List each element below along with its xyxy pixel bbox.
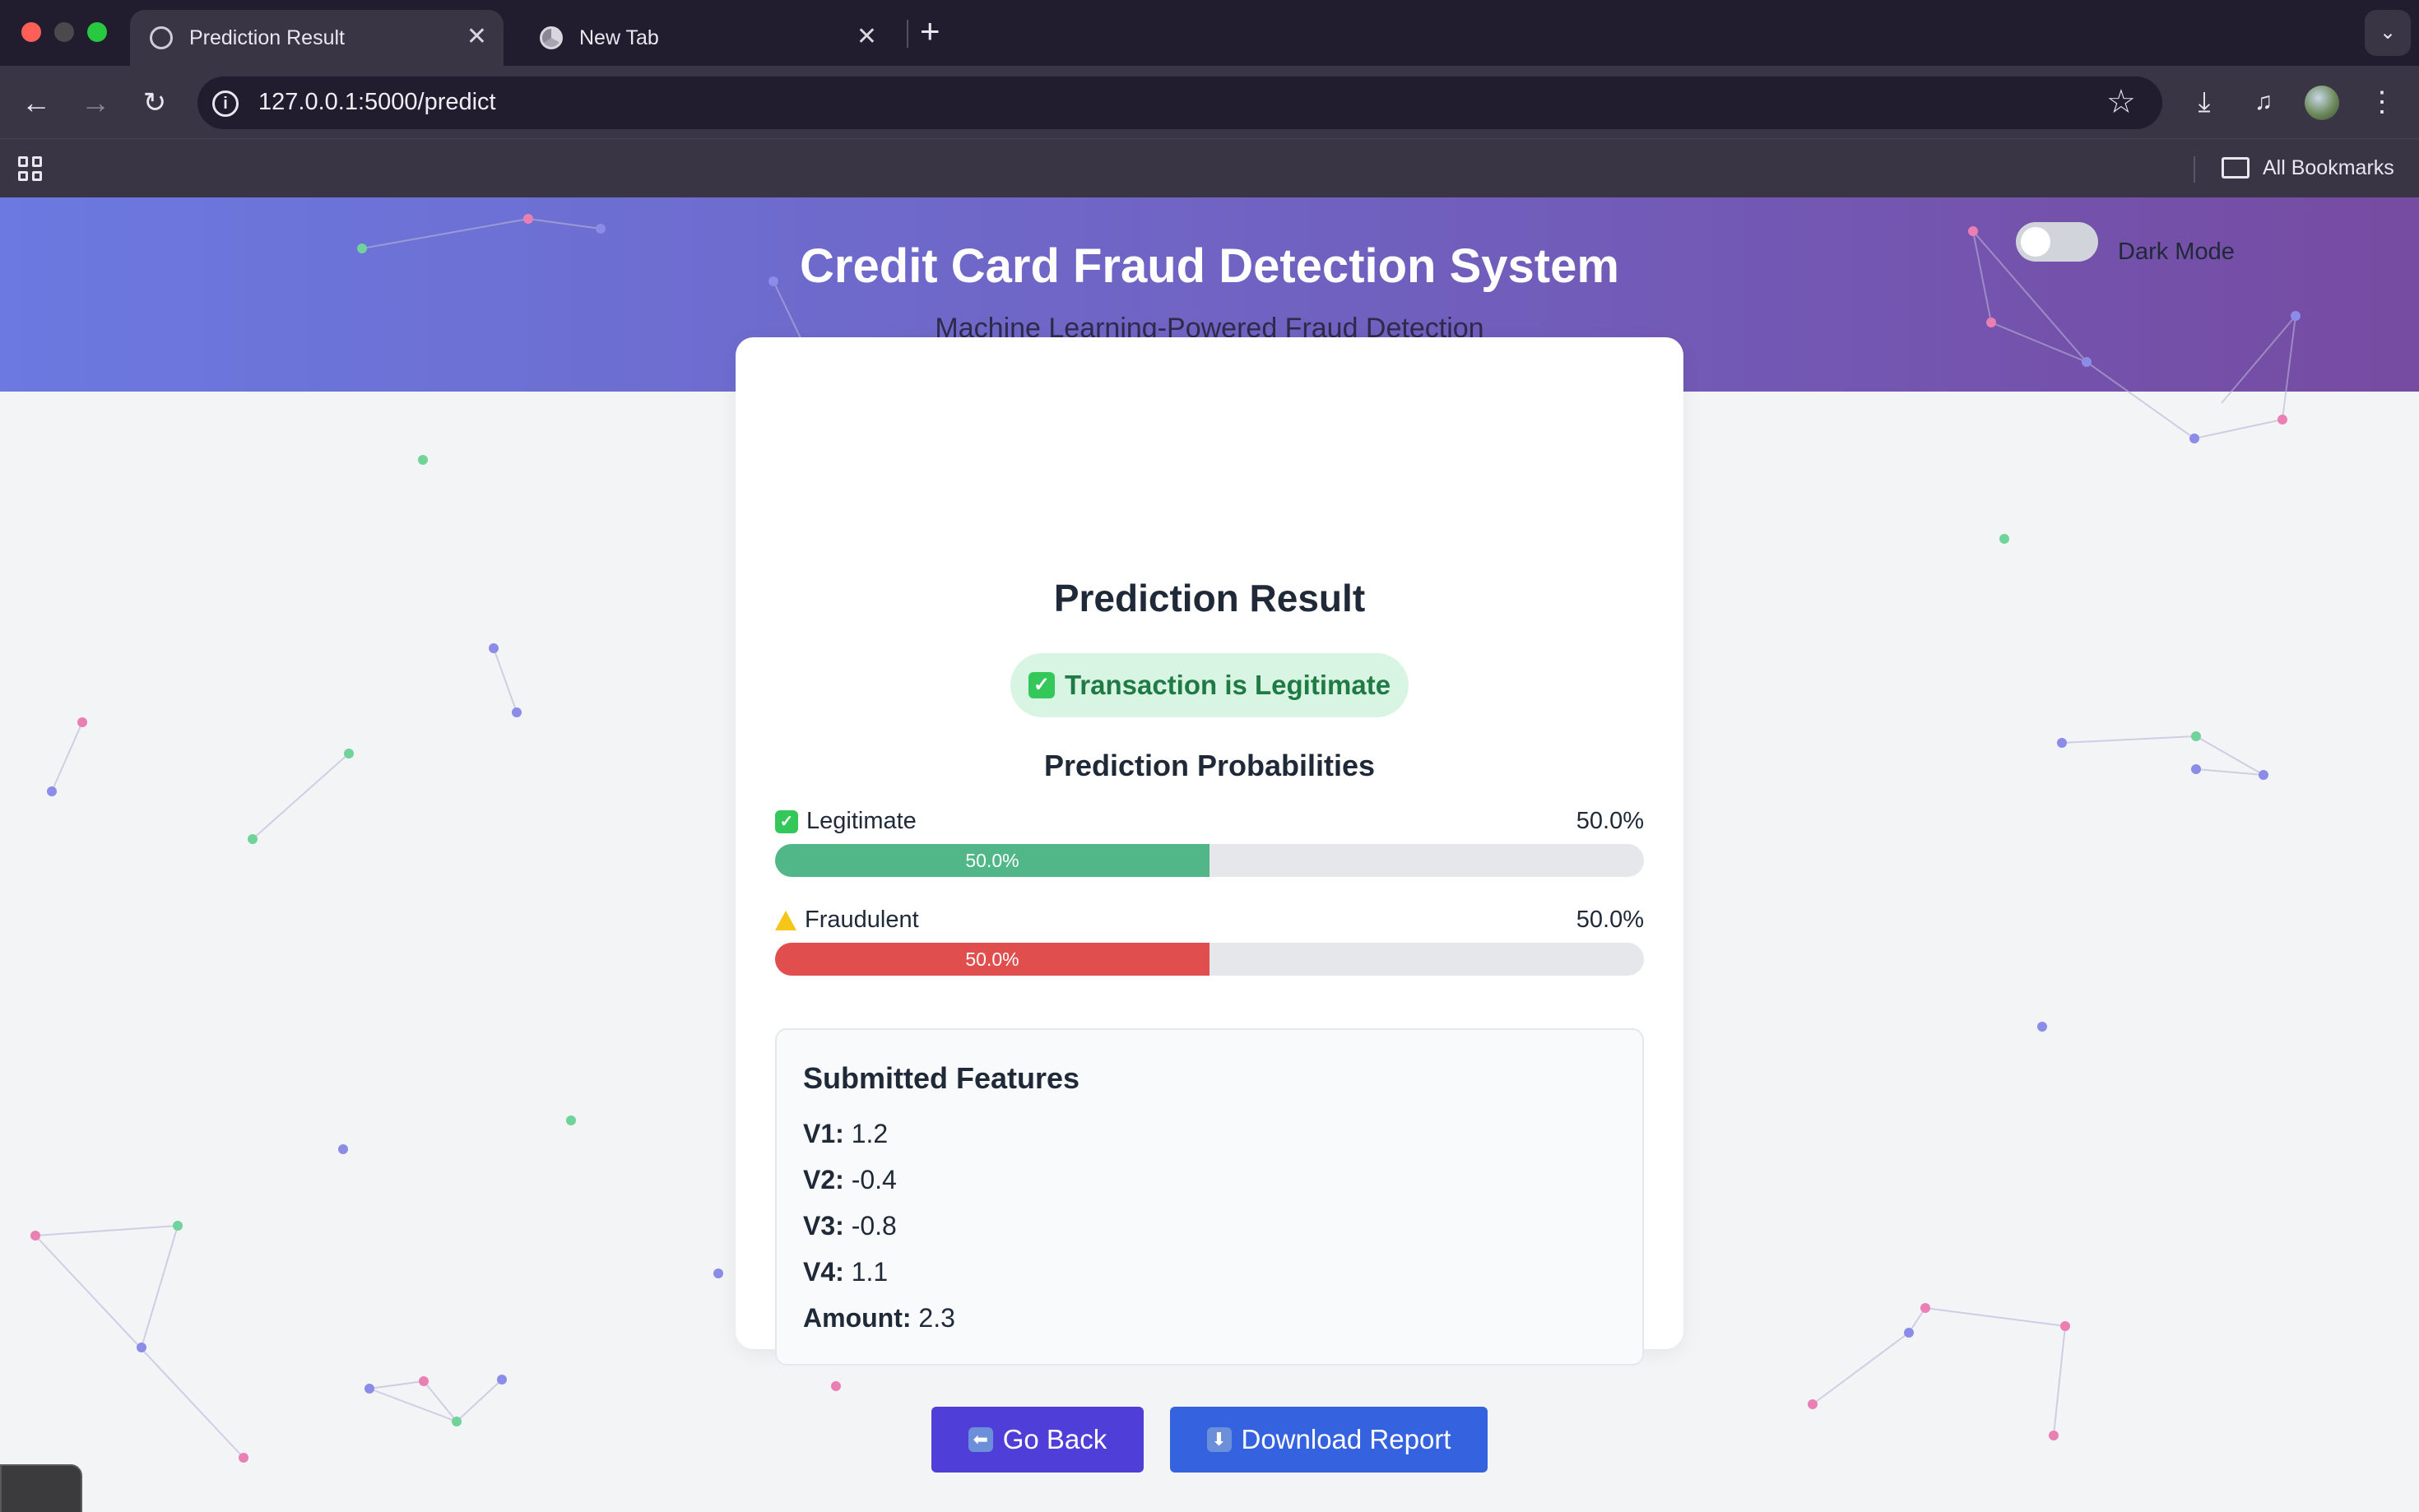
reload-icon[interactable]: ↻ xyxy=(135,83,174,123)
window-minimize-button[interactable] xyxy=(54,22,74,42)
close-tab-icon[interactable]: ✕ xyxy=(857,25,877,49)
feature-row: V4: 1.1 xyxy=(803,1257,888,1287)
bookmarks-bar xyxy=(0,138,2419,197)
feature-value: 1.2 xyxy=(851,1119,889,1148)
feature-key: V3: xyxy=(803,1211,844,1241)
prob-label-fraudulent: Fraudulent xyxy=(775,907,919,934)
chrome-icon xyxy=(540,26,563,49)
feature-key: V4: xyxy=(803,1257,844,1287)
probabilities-title: Prediction Probabilities xyxy=(1043,749,1376,782)
dark-mode-toggle-knob[interactable] xyxy=(2021,227,2050,257)
media-control-icon[interactable]: ♫ xyxy=(2245,84,2282,120)
folder-icon xyxy=(2222,157,2250,179)
bookmarks-separator xyxy=(2194,156,2195,183)
warning-icon xyxy=(775,910,796,930)
new-tab-button[interactable]: + xyxy=(920,12,940,51)
feature-row: Amount: 2.3 xyxy=(803,1303,955,1333)
download-report-button[interactable]: ⬇ Download Report xyxy=(1170,1407,1488,1473)
dark-mode-label: Dark Mode xyxy=(2118,239,2235,265)
feature-key: V2: xyxy=(803,1165,844,1194)
apps-grid-icon[interactable] xyxy=(18,156,43,181)
back-arrow-icon: ⬅ xyxy=(968,1427,993,1452)
feature-row: V2: -0.4 xyxy=(803,1165,897,1195)
prob-label-legitimate: ✓ Legitimate xyxy=(775,808,917,835)
result-title: Prediction Result xyxy=(1053,577,1366,619)
menu-kebab-icon[interactable]: ⋮ xyxy=(2364,84,2400,120)
download-report-label: Download Report xyxy=(1241,1424,1451,1454)
tab-title: New Tab xyxy=(579,26,659,49)
tab-title: Prediction Result xyxy=(189,26,345,49)
close-tab-icon[interactable]: ✕ xyxy=(467,25,487,49)
feature-row: V1: 1.2 xyxy=(803,1119,888,1149)
go-back-label: Go Back xyxy=(1002,1424,1107,1454)
back-arrow-icon[interactable]: ← xyxy=(16,83,56,123)
download-icon[interactable]: ⤓ xyxy=(2186,84,2222,120)
feature-key: V1: xyxy=(803,1119,844,1148)
prob-value-legitimate: 50.0% xyxy=(1576,808,1644,834)
feature-value: 1.1 xyxy=(851,1257,889,1287)
tab-prediction-result[interactable]: Prediction Result ✕ xyxy=(130,10,504,66)
globe-icon xyxy=(150,26,173,49)
window-zoom-button[interactable] xyxy=(87,22,107,42)
address-url[interactable]: 127.0.0.1:5000/predict xyxy=(258,89,496,116)
tab-search-button[interactable]: ⌄ xyxy=(2365,10,2411,56)
feature-value: -0.8 xyxy=(851,1211,897,1241)
tab-new-tab[interactable]: New Tab ✕ xyxy=(520,10,894,66)
go-back-button[interactable]: ⬅ Go Back xyxy=(931,1407,1144,1473)
prob-value-fraudulent: 50.0% xyxy=(1576,907,1644,933)
progress-fill-fraudulent: 50.0% xyxy=(775,943,1210,976)
forward-arrow-icon[interactable]: → xyxy=(76,83,115,123)
status-badge-text: Transaction is Legitimate xyxy=(1064,670,1391,700)
window-close-button[interactable] xyxy=(21,22,41,42)
profile-avatar[interactable] xyxy=(2305,86,2339,120)
prob-label-text: Legitimate xyxy=(806,808,917,834)
bookmark-star-icon[interactable]: ☆ xyxy=(2106,84,2136,120)
progress-fill-legitimate: 50.0% xyxy=(775,844,1210,877)
feature-row: V3: -0.8 xyxy=(803,1211,897,1241)
site-info-icon[interactable]: i xyxy=(212,90,239,117)
feature-value: -0.4 xyxy=(851,1165,897,1194)
feature-value: 2.3 xyxy=(918,1303,955,1333)
check-icon: ✓ xyxy=(1028,672,1055,698)
corner-overlay-widget[interactable] xyxy=(0,1464,82,1512)
download-arrow-icon: ⬇ xyxy=(1206,1427,1232,1452)
status-badge: ✓ Transaction is Legitimate xyxy=(1010,653,1409,717)
check-icon: ✓ xyxy=(775,809,798,833)
all-bookmarks-link[interactable]: All Bookmarks xyxy=(2263,156,2394,180)
feature-key: Amount: xyxy=(803,1303,912,1333)
prob-label-text: Fraudulent xyxy=(805,907,919,933)
progress-bar-fraudulent: 50.0% xyxy=(775,943,1644,976)
tab-separator xyxy=(907,20,908,48)
features-title: Submitted Features xyxy=(803,1061,1080,1095)
progress-bar-legitimate: 50.0% xyxy=(775,844,1644,877)
